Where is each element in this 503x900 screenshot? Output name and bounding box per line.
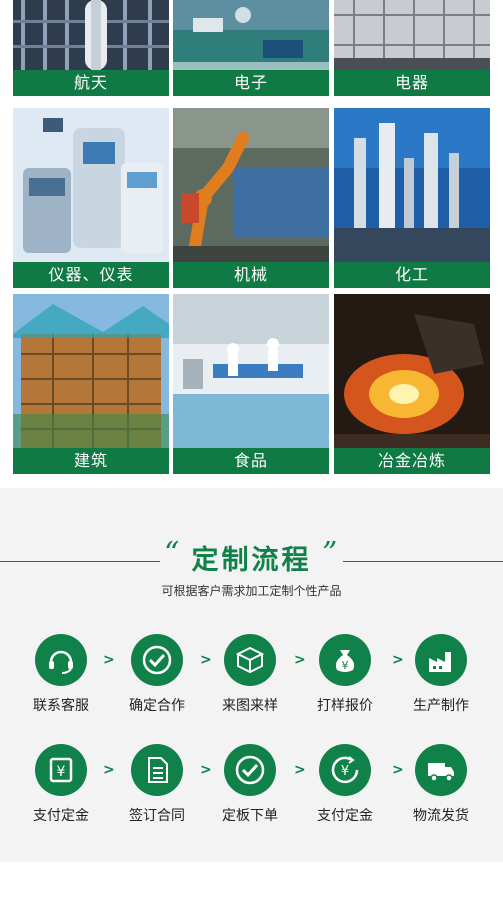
industry-tile-electronics[interactable]: 电子 — [173, 0, 329, 96]
custom-process-section: “ ” 定制流程 可根据客户需求加工定制个性产品 联系客服 > 确定合作 > 来… — [0, 488, 503, 862]
industry-label: 建筑 — [13, 448, 169, 474]
yen-cycle-icon: ¥ — [319, 744, 371, 796]
industry-label: 航天 — [13, 70, 169, 96]
step-label: 支付定金 — [317, 808, 373, 824]
industry-grid: 航天 电子 电器 仪器、仪表 机械 化工 建筑 食品 冶金冶炼 — [0, 0, 503, 488]
industry-label: 机械 — [173, 262, 329, 288]
construction-image — [13, 294, 169, 448]
industry-label: 电子 — [173, 70, 329, 96]
svg-text:¥: ¥ — [342, 659, 349, 672]
money-bag-icon: ¥ — [319, 634, 371, 686]
step-logistics-delivery[interactable]: 物流发货 — [396, 744, 486, 825]
step-label: 支付定金 — [33, 808, 89, 824]
step-place-order[interactable]: 定板下单 — [205, 744, 295, 825]
step-pay-deposit-2[interactable]: ¥ 支付定金 — [300, 744, 390, 825]
metallurgy-image — [334, 294, 490, 448]
check-circle-icon — [224, 744, 276, 796]
industry-tile-metallurgy[interactable]: 冶金冶炼 — [334, 294, 490, 474]
industry-tile-aerospace[interactable]: 航天 — [13, 0, 169, 96]
customer-service-icon — [35, 634, 87, 686]
package-icon — [224, 634, 276, 686]
appliance-image — [334, 0, 490, 70]
yen-receipt-icon: ¥ — [35, 744, 87, 796]
step-contact-service[interactable]: 联系客服 — [16, 634, 106, 715]
step-label: 确定合作 — [129, 698, 185, 714]
aerospace-image — [13, 0, 169, 70]
industry-label: 冶金冶炼 — [334, 448, 490, 474]
process-subtitle: 可根据客户需求加工定制个性产品 — [161, 584, 342, 598]
industry-label: 食品 — [173, 448, 329, 474]
step-pay-deposit[interactable]: ¥ 支付定金 — [16, 744, 106, 825]
industry-tile-appliance[interactable]: 电器 — [334, 0, 490, 96]
industry-label: 化工 — [334, 262, 490, 288]
food-image — [173, 294, 329, 448]
step-production[interactable]: 生产制作 — [396, 634, 486, 715]
step-label: 联系客服 — [33, 698, 89, 714]
step-label: 打样报价 — [317, 698, 373, 714]
electronics-image — [173, 0, 329, 70]
industry-tile-chemical[interactable]: 化工 — [334, 108, 490, 288]
step-label: 物流发货 — [413, 808, 469, 824]
instrument-image — [13, 108, 169, 262]
step-sample-quote[interactable]: ¥ 打样报价 — [300, 634, 390, 715]
step-label: 生产制作 — [413, 698, 469, 714]
step-drawing-sample[interactable]: 来图来样 — [205, 634, 295, 715]
svg-text:¥: ¥ — [57, 764, 66, 780]
industry-tile-construction[interactable]: 建筑 — [13, 294, 169, 474]
industry-tile-machinery[interactable]: 机械 — [173, 108, 329, 288]
step-label: 来图来样 — [222, 698, 278, 714]
svg-text:¥: ¥ — [341, 764, 349, 779]
industry-tile-instrument[interactable]: 仪器、仪表 — [13, 108, 169, 288]
factory-icon — [415, 634, 467, 686]
industry-label: 电器 — [334, 70, 490, 96]
industry-label: 仪器、仪表 — [13, 262, 169, 288]
process-title: 定制流程 — [191, 545, 312, 576]
check-circle-icon — [131, 634, 183, 686]
step-label: 定板下单 — [222, 808, 278, 824]
delivery-truck-icon — [415, 744, 467, 796]
step-sign-contract[interactable]: 签订合同 — [112, 744, 202, 825]
contract-icon — [131, 744, 183, 796]
step-confirm-cooperation[interactable]: 确定合作 — [112, 634, 202, 715]
industry-tile-food[interactable]: 食品 — [173, 294, 329, 474]
step-label: 签订合同 — [129, 808, 185, 824]
machinery-image — [173, 108, 329, 262]
chemical-image — [334, 108, 490, 262]
